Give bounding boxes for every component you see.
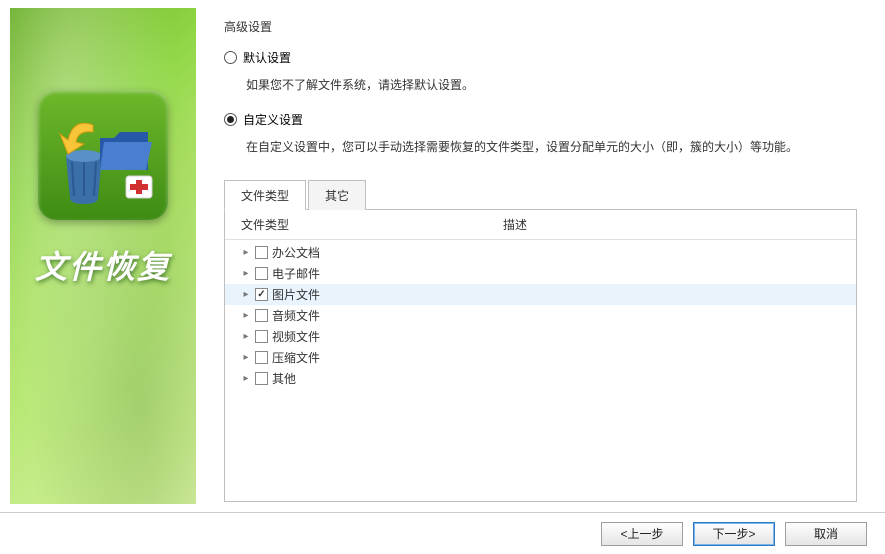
tree-row[interactable]: ▸ 电子邮件 — [225, 263, 856, 284]
sidebar-banner: 文件恢复 — [10, 8, 196, 504]
tree-row[interactable]: ▸ 音频文件 — [225, 305, 856, 326]
option-custom-desc: 在自定义设置中，您可以手动选择需要恢复的文件类型，设置分配单元的大小（即，簇的大… — [246, 138, 857, 157]
file-recovery-icon — [38, 90, 168, 220]
tree-header: 文件类型 描述 — [225, 210, 856, 240]
tree-checkbox[interactable] — [255, 288, 268, 301]
tree-row[interactable]: ▸ 其他 — [225, 368, 856, 389]
chevron-right-icon[interactable]: ▸ — [241, 353, 251, 363]
option-default-label: 默认设置 — [243, 49, 291, 66]
tree-item-label: 办公文档 — [272, 244, 320, 261]
tree-checkbox[interactable] — [255, 330, 268, 343]
tab-file-type[interactable]: 文件类型 — [224, 180, 306, 210]
chevron-right-icon[interactable]: ▸ — [241, 311, 251, 321]
tree-row[interactable]: ▸ 压缩文件 — [225, 347, 856, 368]
option-custom-row[interactable]: 自定义设置 — [224, 111, 857, 128]
next-button[interactable]: 下一步> — [693, 522, 775, 546]
chevron-right-icon[interactable]: ▸ — [241, 290, 251, 300]
chevron-right-icon[interactable]: ▸ — [241, 374, 251, 384]
wizard-footer: <上一步 下一步> 取消 — [0, 513, 885, 554]
tree-col-desc: 描述 — [495, 216, 856, 233]
sidebar-title: 文件恢复 — [35, 242, 171, 288]
tree-checkbox[interactable] — [255, 246, 268, 259]
tree-item-label: 图片文件 — [272, 286, 320, 303]
tree-row[interactable]: ▸ 视频文件 — [225, 326, 856, 347]
option-default-desc: 如果您不了解文件系统，请选择默认设置。 — [246, 76, 857, 95]
tab-bar: 文件类型 其它 — [224, 179, 857, 210]
option-default-row[interactable]: 默认设置 — [224, 49, 857, 66]
tree-checkbox[interactable] — [255, 351, 268, 364]
tree-item-label: 视频文件 — [272, 328, 320, 345]
radio-custom[interactable] — [224, 113, 237, 126]
tree-row[interactable]: ▸ 图片文件 — [225, 284, 856, 305]
tree-item-label: 其他 — [272, 370, 296, 387]
tab-other[interactable]: 其它 — [308, 180, 366, 210]
tree-col-type: 文件类型 — [225, 216, 495, 233]
file-type-tree-panel: 文件类型 描述 ▸ 办公文档 ▸ 电子邮件 ▸ 图片文件 ▸ 音频文件 ▸ 视频文件 ▸ 压缩文件 ▸ 其… — [224, 210, 857, 502]
tree-checkbox[interactable] — [255, 309, 268, 322]
tree-row[interactable]: ▸ 办公文档 — [225, 242, 856, 263]
chevron-right-icon[interactable]: ▸ — [241, 269, 251, 279]
tree-checkbox[interactable] — [255, 267, 268, 280]
chevron-right-icon[interactable]: ▸ — [241, 332, 251, 342]
option-custom-label: 自定义设置 — [243, 111, 303, 128]
tree-item-label: 压缩文件 — [272, 349, 320, 366]
tree-checkbox[interactable] — [255, 372, 268, 385]
radio-default[interactable] — [224, 51, 237, 64]
cancel-button[interactable]: 取消 — [785, 522, 867, 546]
tree-item-label: 音频文件 — [272, 307, 320, 324]
advanced-settings-heading: 高级设置 — [224, 18, 857, 35]
back-button[interactable]: <上一步 — [601, 522, 683, 546]
chevron-right-icon[interactable]: ▸ — [241, 248, 251, 258]
tree-item-label: 电子邮件 — [272, 265, 320, 282]
